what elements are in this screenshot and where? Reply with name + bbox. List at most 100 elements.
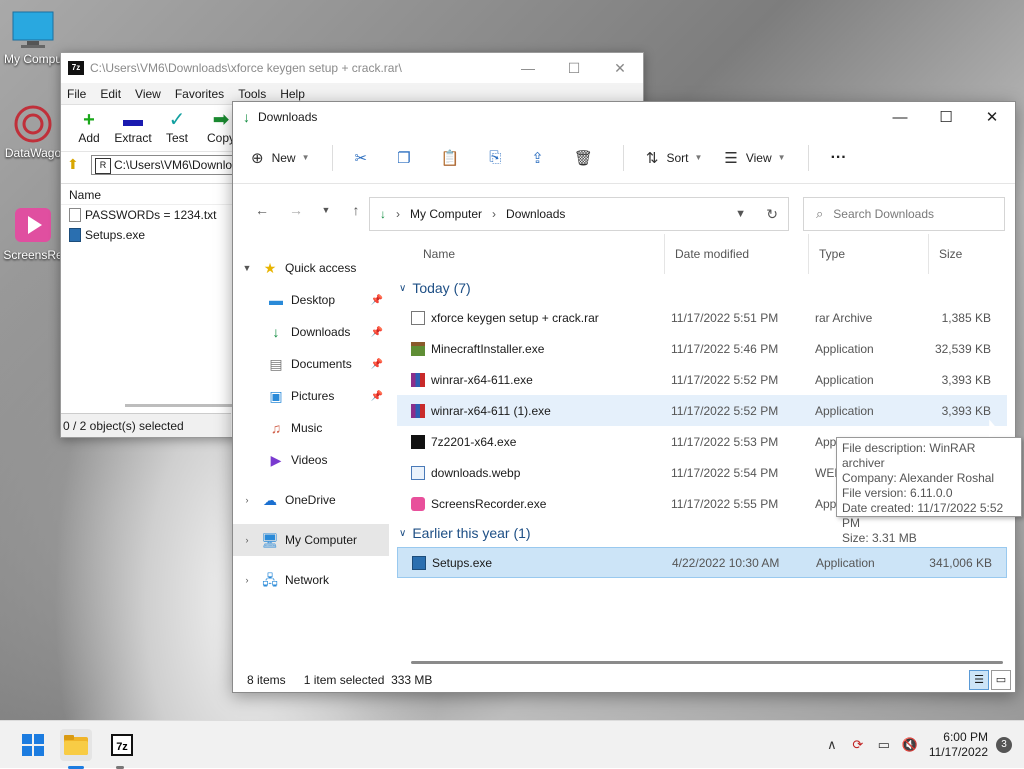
table-row[interactable]: MinecraftInstaller.exe 11/17/2022 5:46 PM… xyxy=(397,333,1007,364)
monitor-icon xyxy=(11,10,55,50)
view-button[interactable]: ☰ View ▼ xyxy=(724,149,785,167)
pin-icon[interactable]: 📌 xyxy=(371,359,383,370)
mc-file-icon xyxy=(411,341,425,356)
refresh-icon[interactable]: ↻ xyxy=(766,206,778,223)
column-header-date[interactable]: Date modified xyxy=(665,234,809,274)
table-row[interactable]: winrar-x64-611 (1).exe 11/17/2022 5:52 PM… xyxy=(397,395,1007,426)
nav-item-videos[interactable]: ▶ Videos xyxy=(233,444,389,476)
folder-up-icon[interactable]: ⬆ xyxy=(67,156,85,174)
file-type: rar Archive xyxy=(815,310,873,325)
pin-icon[interactable]: 📌 xyxy=(371,391,383,402)
nav-item-downloads[interactable]: ↓ Downloads 📌 xyxy=(233,316,389,348)
notification-badge[interactable]: 3 xyxy=(996,737,1012,753)
start-button[interactable] xyxy=(17,729,49,761)
explorer-window: ↓ Downloads — ☐ ✕ ⊕ New ▼ ✂ ❐ 📋 ⎘ ⇪ 🗑 ⇅ … xyxy=(232,101,1016,693)
nav-item-desktop[interactable]: ▬ Desktop 📌 xyxy=(233,284,389,316)
forward-button[interactable]: → xyxy=(279,202,313,218)
back-button[interactable]: ← xyxy=(245,202,279,218)
close-button[interactable]: ✕ xyxy=(597,60,643,77)
file-size: 3,393 KB xyxy=(941,403,991,418)
table-row[interactable]: winrar-x64-611.exe 11/17/2022 5:52 PM Appl… xyxy=(397,364,1007,395)
taskbar-file-explorer[interactable] xyxy=(60,729,92,761)
nav-item-network[interactable]: › 🖧 Network xyxy=(233,564,389,596)
table-row[interactable]: xforce keygen setup + crack.rar 11/17/202… xyxy=(397,302,1007,333)
add-button[interactable]: + Add xyxy=(67,109,111,151)
search-input[interactable]: ⌕ Search Downloads xyxy=(803,197,1005,231)
table-row[interactable]: Setups.exe 4/22/2022 10:30 AM Application 3… xyxy=(397,547,1007,578)
minimize-button[interactable]: — xyxy=(877,109,923,126)
desktop-icon-my-computer[interactable]: My Compu xyxy=(2,10,64,66)
paste-button[interactable]: 📋 xyxy=(441,149,460,167)
nav-item-music[interactable]: ♫ Music xyxy=(233,412,389,444)
file-date: 11/17/2022 5:55 PM xyxy=(671,496,779,511)
extract-button[interactable]: ▬ Extract xyxy=(111,109,155,151)
nav-item-my-computer[interactable]: › 🖥 My Computer xyxy=(233,524,389,556)
share-button[interactable]: ⇪ xyxy=(531,149,544,167)
address-dropdown-icon[interactable]: ▼ xyxy=(735,208,746,220)
close-button[interactable]: ✕ xyxy=(969,108,1015,126)
group-header-today[interactable]: ∨ Today (7) xyxy=(397,274,1007,302)
taskbar-7zip[interactable]: 7z xyxy=(106,729,138,761)
display-icon[interactable]: ▭ xyxy=(871,737,897,753)
nav-item-quick-access[interactable]: ▼ ★ Quick access xyxy=(233,252,389,284)
menu-tools[interactable]: Tools xyxy=(238,87,266,101)
maximize-button[interactable]: ☐ xyxy=(923,108,969,126)
breadcrumb-downloads[interactable]: Downloads xyxy=(506,207,565,221)
clock[interactable]: 6:00 PM 11/17/2022 xyxy=(929,730,988,760)
network-status-icon[interactable]: ⟳ xyxy=(845,737,871,753)
column-header-size[interactable]: Size xyxy=(929,234,1001,274)
address-bar[interactable]: ↓ › My Computer › Downloads ▼ ↻ xyxy=(369,197,789,231)
desktop-icon-screensrecorder[interactable]: ScreensRe xyxy=(2,206,64,262)
chevron-down-icon: ▼ xyxy=(321,205,331,215)
delete-button[interactable]: 🗑 xyxy=(574,149,593,167)
desktop-icon-datawagon[interactable]: DataWago xyxy=(2,104,64,160)
downloads-icon: ↓ xyxy=(272,324,280,340)
sort-button[interactable]: ⇅ Sort ▼ xyxy=(646,149,703,167)
menu-favorites[interactable]: Favorites xyxy=(175,87,224,101)
file-name-cell: xforce keygen setup + crack.rar xyxy=(397,310,661,325)
minimize-button[interactable]: — xyxy=(505,60,551,76)
column-header-type[interactable]: Type xyxy=(809,234,929,274)
trash-icon: 🗑 xyxy=(573,149,593,167)
sevenzip-titlebar[interactable]: 7z C:\Users\VM6\Downloads\xforce keygen … xyxy=(61,53,643,83)
explorer-status-bar: 8 items 1 item selected 333 MB xyxy=(233,668,1015,692)
file-name-cell: winrar-x64-611.exe xyxy=(397,372,661,387)
menu-file[interactable]: File xyxy=(67,87,86,101)
more-options-button[interactable]: ··· xyxy=(831,149,847,167)
menu-edit[interactable]: Edit xyxy=(100,87,121,101)
chevron-down-icon: ∨ xyxy=(399,527,407,539)
maximize-button[interactable]: ☐ xyxy=(551,60,597,77)
pin-icon[interactable]: 📌 xyxy=(371,295,383,306)
explorer-titlebar[interactable]: ↓ Downloads — ☐ ✕ xyxy=(233,102,1015,132)
cut-button[interactable]: ✂ xyxy=(355,149,368,167)
nav-item-onedrive[interactable]: › ☁ OneDrive xyxy=(233,484,389,516)
nav-item-pictures[interactable]: ▣ Pictures 📌 xyxy=(233,380,389,412)
column-header-name[interactable]: Name xyxy=(397,234,665,274)
rec-file-icon xyxy=(411,496,425,511)
file-name-cell: Setups.exe xyxy=(398,555,662,570)
recent-locations-button[interactable]: ▼ xyxy=(313,205,339,215)
tiles-view-button[interactable]: ▭ xyxy=(991,670,1011,690)
sevenzip-icon: 7z xyxy=(111,734,133,756)
test-button[interactable]: ✓ Test xyxy=(155,109,199,151)
search-icon: ⌕ xyxy=(816,206,824,221)
menu-help[interactable]: Help xyxy=(280,87,305,101)
up-button[interactable]: ↑ xyxy=(339,202,373,218)
add-label: Add xyxy=(78,131,100,145)
copy-button[interactable]: ❐ xyxy=(397,149,410,167)
divider xyxy=(331,144,333,171)
details-view-button[interactable]: ☰ xyxy=(969,670,989,690)
breadcrumb-my-computer[interactable]: My Computer xyxy=(410,207,482,221)
extract-icon: ▬ xyxy=(123,109,143,131)
file-size: 1,385 KB xyxy=(941,310,991,325)
pin-icon[interactable]: 📌 xyxy=(371,327,383,338)
file-name-cell: MinecraftInstaller.exe xyxy=(397,341,661,356)
nav-item-documents[interactable]: ▤ Documents 📌 xyxy=(233,348,389,380)
show-hidden-icons-button[interactable]: ∧ xyxy=(819,737,845,753)
sevenzip-title: C:\Users\VM6\Downloads\xforce keygen set… xyxy=(90,61,402,75)
horizontal-scrollbar[interactable] xyxy=(411,661,1003,664)
rename-button[interactable]: ⎘ xyxy=(489,149,501,166)
new-button[interactable]: ⊕ New ▼ xyxy=(251,149,310,167)
volume-muted-icon[interactable]: 🔇 xyxy=(897,737,923,753)
menu-view[interactable]: View xyxy=(135,87,161,101)
